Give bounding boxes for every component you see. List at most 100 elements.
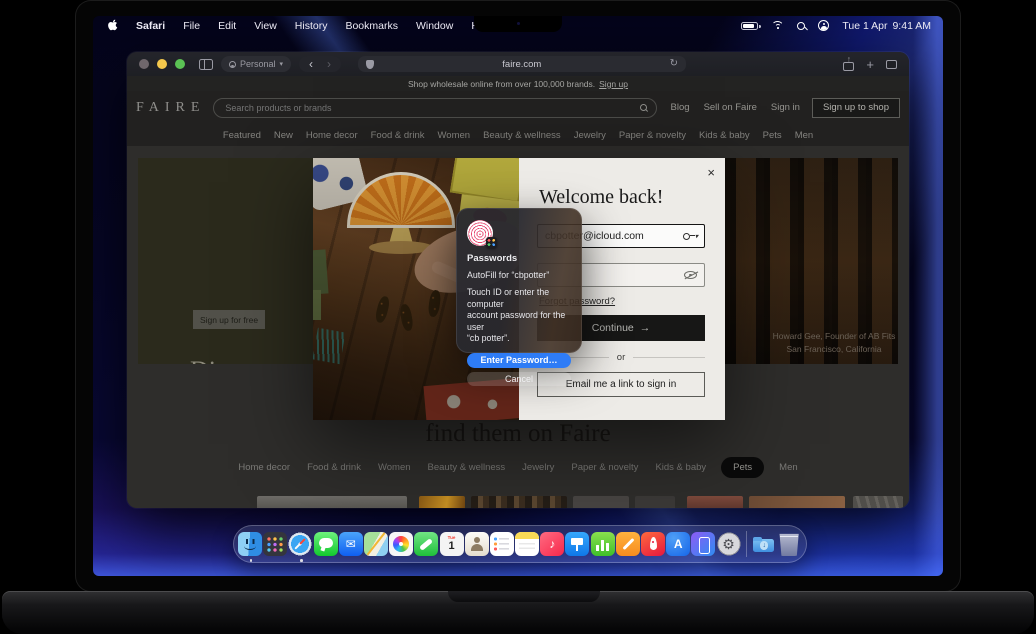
dock-games-icon[interactable]	[641, 532, 665, 556]
dock-numbers-icon[interactable]	[590, 532, 615, 556]
site-search-field[interactable]	[213, 97, 657, 118]
sign-in-link[interactable]: Sign in	[771, 102, 800, 113]
dock-maps-icon[interactable]	[363, 532, 388, 556]
menu-item-file[interactable]: File	[174, 20, 209, 32]
dock-messages-icon[interactable]	[313, 532, 338, 556]
safari-toolbar: Personal ▾ ‹ › faire.com ↻ ↑ +	[127, 52, 909, 76]
back-button[interactable]: ‹	[309, 57, 313, 71]
pill-home-decor[interactable]: Home decor	[238, 462, 290, 473]
calendar-day: 1	[448, 539, 455, 552]
pill-women[interactable]: Women	[378, 462, 411, 473]
faire-logo[interactable]: FAIRE	[136, 100, 205, 116]
dock-phone-icon[interactable]	[414, 532, 439, 556]
nav-paper[interactable]: Paper & novelty	[619, 130, 686, 141]
share-icon[interactable]: ↑	[843, 54, 855, 71]
blog-link[interactable]: Blog	[671, 102, 690, 113]
wifi-icon[interactable]	[771, 20, 785, 31]
product-thumb[interactable]	[471, 496, 567, 508]
menu-item-window[interactable]: Window	[407, 20, 462, 32]
menu-item-edit[interactable]: Edit	[209, 20, 245, 32]
desktop-wallpaper: Safari File Edit View History Bookmarks …	[93, 16, 943, 576]
pill-men[interactable]: Men	[779, 462, 797, 473]
dock-system-settings-icon[interactable]: ⚙	[716, 532, 741, 556]
nav-jewelry[interactable]: Jewelry	[574, 130, 606, 141]
menu-item-view[interactable]: View	[245, 20, 286, 32]
product-thumb[interactable]	[419, 496, 465, 508]
nav-beauty[interactable]: Beauty & wellness	[483, 130, 561, 141]
sidebar-toggle-icon[interactable]	[199, 58, 213, 70]
nav-men[interactable]: Men	[795, 130, 813, 141]
enter-password-button[interactable]: Enter Password…	[467, 352, 571, 368]
dock-pages-icon[interactable]	[615, 532, 640, 556]
sell-on-faire-link[interactable]: Sell on Faire	[704, 102, 757, 113]
search-input[interactable]	[223, 101, 640, 114]
forward-button[interactable]: ›	[327, 57, 331, 71]
dock-keynote-icon[interactable]	[565, 532, 590, 556]
dock-calendar-icon[interactable]: Tue 1	[439, 532, 464, 556]
cancel-button[interactable]: Cancel	[467, 371, 571, 386]
dock-app-store-icon[interactable]: A	[666, 532, 691, 556]
profile-switcher[interactable]: Personal ▾	[221, 56, 292, 72]
finder-running-dot	[249, 558, 253, 562]
close-icon[interactable]: ×	[707, 166, 715, 179]
promo-signup-link[interactable]: Sign up	[599, 79, 628, 89]
tab-overview-icon[interactable]	[886, 56, 902, 69]
nav-pets[interactable]: Pets	[763, 130, 782, 141]
dock-finder-icon[interactable]	[238, 532, 262, 556]
apple-menu[interactable]	[105, 18, 127, 34]
user-switch-icon[interactable]	[818, 20, 830, 31]
menu-bar-clock[interactable]: Tue 1 Apr 9:41 AM	[842, 20, 931, 32]
product-thumb[interactable]	[853, 496, 903, 508]
pill-pets-selected[interactable]: Pets	[721, 457, 765, 478]
dock-iphone-mirroring-icon[interactable]	[691, 532, 716, 556]
product-thumb[interactable]	[749, 496, 845, 508]
hero-caption: Howard Gee, Founder of AB Fits San Franc…	[758, 330, 898, 356]
nav-featured[interactable]: Featured	[223, 130, 261, 141]
pill-food-drink[interactable]: Food & drink	[307, 462, 361, 473]
eye-off-icon[interactable]	[684, 271, 697, 279]
battery-icon[interactable]	[741, 21, 761, 30]
dock-contacts-icon[interactable]	[464, 532, 489, 556]
nav-kids[interactable]: Kids & baby	[699, 130, 750, 141]
nav-new[interactable]: New	[274, 130, 293, 141]
dock-safari-icon[interactable]	[288, 532, 313, 556]
menu-item-bookmarks[interactable]: Bookmarks	[336, 20, 407, 32]
dock-notes-icon[interactable]	[515, 532, 540, 556]
dock-reminders-icon[interactable]	[489, 532, 514, 556]
url-text: faire.com	[502, 58, 542, 70]
pill-jewelry[interactable]: Jewelry	[522, 462, 554, 473]
hero-caption-name: Howard Gee, Founder of AB Fits	[772, 331, 896, 341]
nav-home-decor[interactable]: Home decor	[306, 130, 358, 141]
pill-beauty[interactable]: Beauty & wellness	[428, 462, 506, 473]
dock-photos-icon[interactable]	[389, 532, 414, 556]
dock-trash-icon[interactable]	[779, 533, 799, 556]
privacy-shield-icon[interactable]	[366, 59, 374, 69]
autofill-key-icon[interactable]: ▾	[683, 231, 698, 241]
product-thumb[interactable]	[635, 496, 675, 508]
dock-mail-icon[interactable]: ✉	[338, 532, 363, 556]
dialog-body: Touch ID or enter the computer account p…	[467, 287, 571, 345]
pill-paper[interactable]: Paper & novelty	[571, 462, 638, 473]
menu-item-safari[interactable]: Safari	[127, 20, 174, 32]
nav-women[interactable]: Women	[438, 130, 471, 141]
window-close-button[interactable]	[139, 59, 149, 69]
dock-downloads-folder-icon[interactable]: ↓	[752, 532, 776, 556]
window-zoom-button[interactable]	[175, 59, 185, 69]
new-tab-icon[interactable]: +	[866, 58, 874, 71]
product-thumb[interactable]	[573, 496, 629, 508]
promo-text: Shop wholesale online from over 100,000 …	[408, 78, 596, 89]
pill-kids[interactable]: Kids & baby	[655, 462, 706, 473]
dock-launchpad-icon[interactable]	[263, 532, 288, 556]
window-minimize-button[interactable]	[157, 59, 167, 69]
product-thumb[interactable]	[687, 496, 743, 508]
signup-free-button[interactable]: Sign up for free	[193, 310, 265, 329]
spotlight-search-icon[interactable]	[797, 21, 806, 30]
menu-item-history[interactable]: History	[286, 20, 337, 32]
signup-to-shop-button[interactable]: Sign up to shop	[811, 97, 900, 118]
reload-icon[interactable]: ↻	[670, 59, 678, 69]
address-bar[interactable]: faire.com ↻	[358, 56, 686, 72]
product-thumb[interactable]	[257, 496, 407, 508]
dock-music-icon[interactable]: ♪	[540, 532, 565, 556]
nav-food-drink[interactable]: Food & drink	[371, 130, 425, 141]
search-icon	[639, 104, 647, 111]
